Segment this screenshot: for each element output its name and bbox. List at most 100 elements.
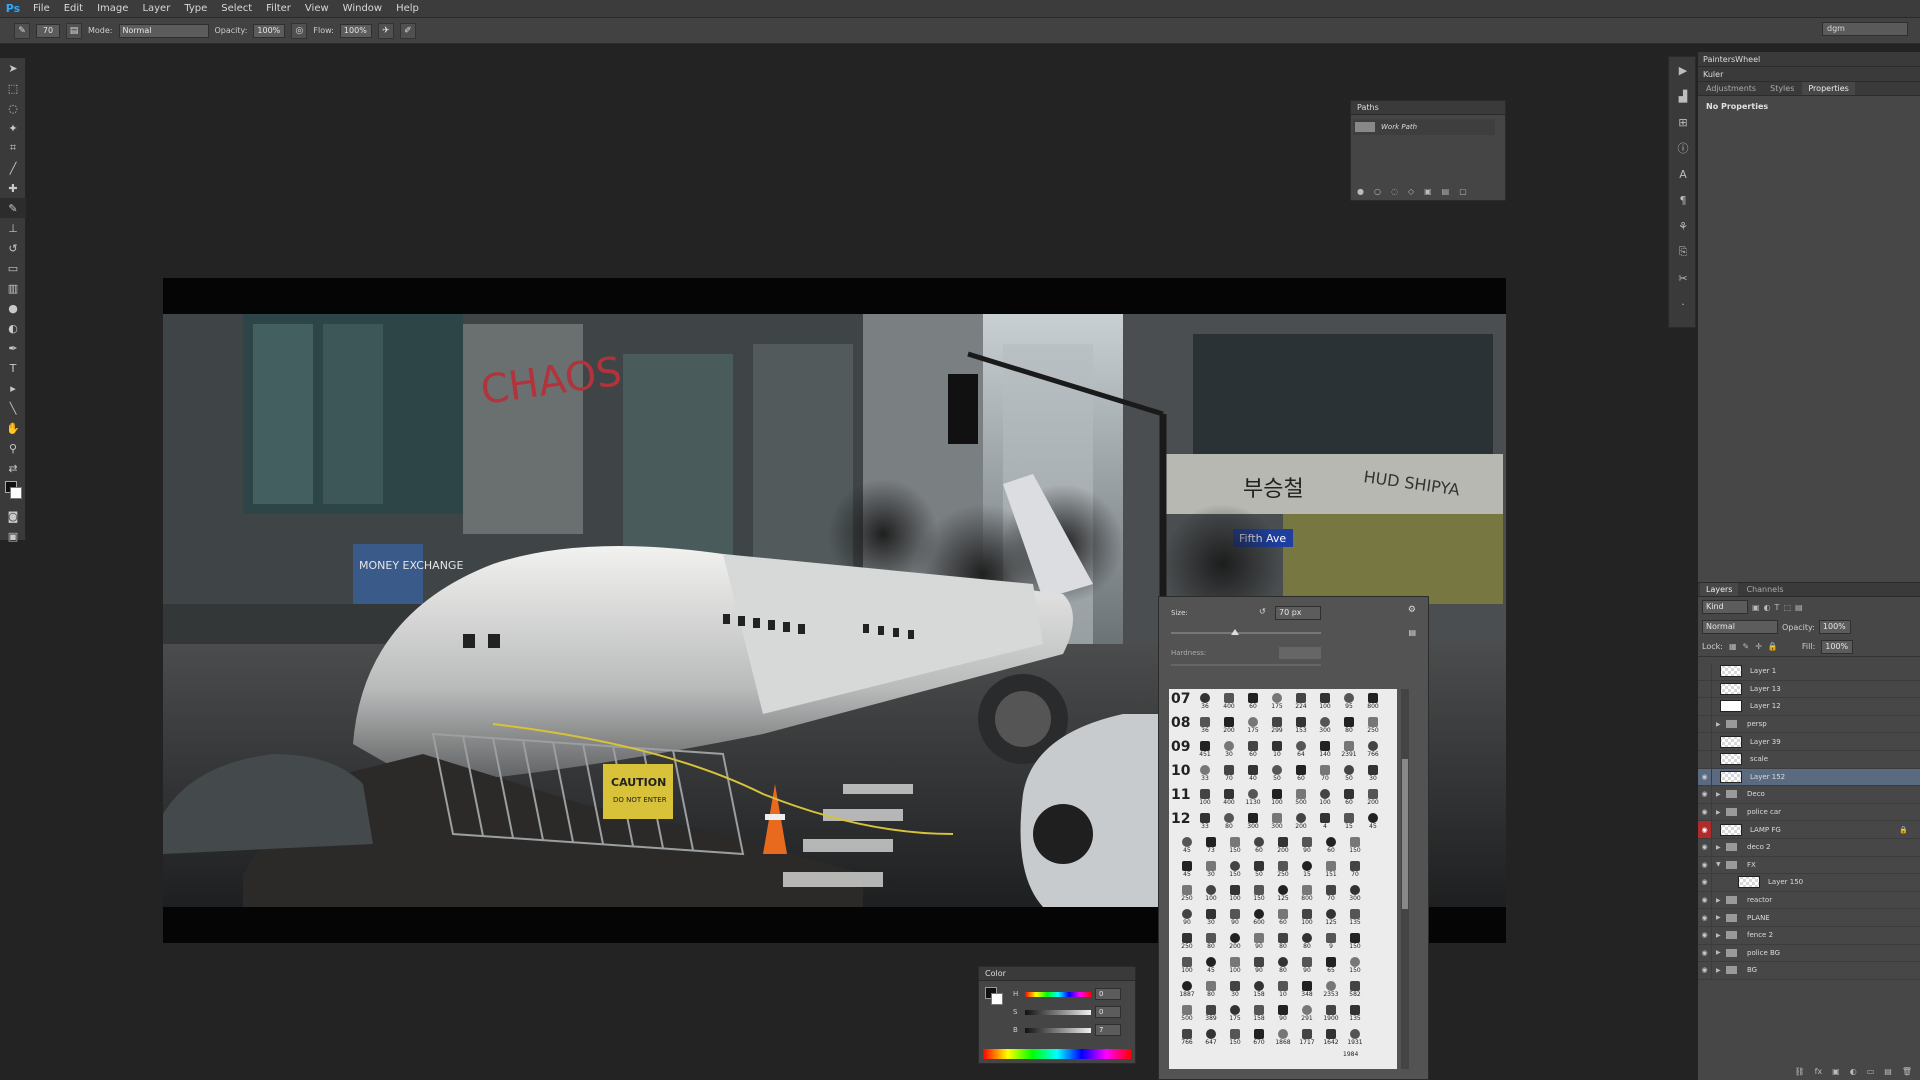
brush-preset-cell[interactable]: 582 bbox=[1343, 979, 1367, 1003]
dodge-tool-icon[interactable]: ◐ bbox=[0, 318, 26, 338]
brush-preset-cell[interactable]: 1900 bbox=[1319, 1003, 1343, 1027]
brush-preset-cell[interactable]: 1868 bbox=[1271, 1027, 1295, 1051]
menu-window[interactable]: Window bbox=[336, 3, 389, 14]
brush-preset-cell[interactable]: 80 bbox=[1199, 979, 1223, 1003]
brush-preset-cell[interactable]: 451 bbox=[1193, 739, 1217, 763]
layer-style-icon[interactable]: fx bbox=[1815, 1067, 1823, 1076]
layer-row[interactable]: ◉ ▶ PLANE bbox=[1698, 909, 1920, 927]
magic-wand-tool-icon[interactable]: ✦ bbox=[0, 118, 26, 138]
channel-slider[interactable] bbox=[1025, 991, 1091, 997]
brush-preset-cell[interactable]: 300 bbox=[1343, 883, 1367, 907]
blur-tool-icon[interactable]: ● bbox=[0, 298, 26, 318]
filter-adjustment-icon[interactable]: ◐ bbox=[1764, 603, 1771, 612]
screen-mode-icon[interactable]: ▣ bbox=[0, 526, 26, 546]
menu-edit[interactable]: Edit bbox=[57, 3, 90, 14]
navigator-icon[interactable]: ⊞ bbox=[1669, 109, 1697, 135]
brush-preset-cell[interactable]: 30 bbox=[1199, 859, 1223, 883]
brush-preset-cell[interactable]: 45 bbox=[1361, 811, 1385, 835]
menu-select[interactable]: Select bbox=[214, 3, 259, 14]
brush-preset-cell[interactable]: 70 bbox=[1343, 859, 1367, 883]
color-spectrum-bar[interactable] bbox=[983, 1049, 1131, 1059]
path-selection-icon[interactable]: ▸ bbox=[0, 378, 26, 398]
info-icon[interactable]: ⓘ bbox=[1669, 135, 1697, 161]
add-mask-layer-icon[interactable]: ▣ bbox=[1832, 1067, 1840, 1076]
collapse-arrow-icon[interactable]: ▼ bbox=[1716, 861, 1724, 868]
brush-preset-cell[interactable]: 100 bbox=[1223, 955, 1247, 979]
brush-preset-cell[interactable]: 100 bbox=[1175, 955, 1199, 979]
visibility-eye-icon[interactable]: ◉ bbox=[1698, 803, 1712, 821]
filter-smart-icon[interactable]: ▤ bbox=[1795, 603, 1803, 612]
brush-preset-cell[interactable]: 600 bbox=[1247, 907, 1271, 931]
layer-row[interactable]: Layer 13 bbox=[1698, 680, 1920, 699]
brush-preset-cell[interactable]: 150 bbox=[1343, 955, 1367, 979]
tab-channels[interactable]: Channels bbox=[1740, 583, 1789, 596]
brush-preset-cell[interactable]: 73 bbox=[1199, 835, 1223, 859]
brush-preset-cell[interactable]: 125 bbox=[1319, 907, 1343, 931]
painterswheel-panel-tab[interactable]: PaintersWheel bbox=[1698, 52, 1920, 67]
brush-preset-cell[interactable]: 100 bbox=[1223, 883, 1247, 907]
brush-preset-cell[interactable]: 135 bbox=[1343, 1003, 1367, 1027]
brush-preset-cell[interactable]: 15 bbox=[1295, 859, 1319, 883]
brush-grid-scrollbar[interactable] bbox=[1401, 689, 1409, 1069]
menu-view[interactable]: View bbox=[298, 3, 336, 14]
brush-preset-cell[interactable]: 10 bbox=[1271, 979, 1295, 1003]
visibility-eye-icon[interactable]: ◉ bbox=[1698, 926, 1712, 944]
layer-row[interactable]: ◉ ▶ police car bbox=[1698, 803, 1920, 822]
gradient-tool-icon[interactable]: ▥ bbox=[0, 278, 26, 298]
size-field[interactable]: 70 px bbox=[1275, 606, 1321, 620]
history-brush-icon[interactable]: ↺ bbox=[0, 238, 26, 258]
brush-preset-cell[interactable]: 200 bbox=[1217, 715, 1241, 739]
brush-preset-cell[interactable]: 45 bbox=[1175, 859, 1199, 883]
brush-preset-cell[interactable]: 150 bbox=[1343, 835, 1367, 859]
background-swatch[interactable] bbox=[991, 993, 1003, 1005]
make-work-path-icon[interactable]: ◇ bbox=[1408, 187, 1414, 196]
visibility-eye-icon[interactable]: ◉ bbox=[1698, 874, 1712, 891]
brush-presets-icon[interactable]: ⚘ bbox=[1669, 213, 1697, 239]
layer-row[interactable]: scale bbox=[1698, 750, 1920, 769]
brush-grid-scrollbar-thumb[interactable] bbox=[1402, 759, 1408, 909]
brush-preset-cell[interactable]: 151 bbox=[1319, 859, 1343, 883]
brush-preset-cell[interactable]: 300 bbox=[1313, 715, 1337, 739]
brush-preset-cell[interactable]: 300 bbox=[1265, 811, 1289, 835]
brush-preset-cell[interactable]: 766 bbox=[1175, 1027, 1199, 1051]
stroke-path-icon[interactable]: ○ bbox=[1374, 187, 1381, 196]
menu-filter[interactable]: Filter bbox=[259, 3, 298, 14]
brush-preset-cell[interactable]: 30 bbox=[1361, 763, 1385, 787]
eraser-tool-icon[interactable]: ▭ bbox=[0, 258, 26, 278]
more-panels-icon[interactable]: · bbox=[1669, 291, 1697, 317]
brush-preset-cell[interactable]: 200 bbox=[1289, 811, 1313, 835]
brush-preset-cell[interactable]: 90 bbox=[1295, 835, 1319, 859]
pressure-size-icon[interactable]: ✐ bbox=[399, 22, 416, 39]
layer-row[interactable]: ◉ ▶ police BG bbox=[1698, 944, 1920, 963]
layer-row[interactable]: ◉ ▶ deco 2 bbox=[1698, 838, 1920, 857]
hardness-slider[interactable] bbox=[1171, 664, 1321, 666]
brush-preset-cell[interactable]: 2353 bbox=[1319, 979, 1343, 1003]
tab-layers[interactable]: Layers bbox=[1700, 583, 1739, 596]
mode-dropdown[interactable]: Normal bbox=[118, 23, 209, 38]
brush-preset-cell[interactable]: 36 bbox=[1193, 691, 1217, 715]
layer-row[interactable]: ◉ Layer 152 bbox=[1698, 768, 1920, 787]
brush-preset-cell[interactable]: 100 bbox=[1295, 907, 1319, 931]
brush-preset-cell[interactable]: 150 bbox=[1223, 859, 1247, 883]
new-adjustment-icon[interactable]: ◐ bbox=[1850, 1067, 1857, 1076]
brush-preset-cell[interactable]: 90 bbox=[1175, 907, 1199, 931]
kuler-panel-tab[interactable]: Kuler bbox=[1698, 67, 1920, 82]
brush-preset-cell[interactable]: 250 bbox=[1271, 859, 1295, 883]
move-tool-icon[interactable]: ➤ bbox=[0, 58, 26, 78]
filter-shape-icon[interactable]: ⬚ bbox=[1783, 603, 1791, 612]
brush-preset-cell[interactable]: 135 bbox=[1343, 907, 1367, 931]
menu-type[interactable]: Type bbox=[177, 3, 214, 14]
new-layer-icon[interactable]: ▤ bbox=[1884, 1067, 1892, 1076]
layer-row[interactable]: ◉ LAMP FG 🔒 bbox=[1698, 821, 1920, 839]
reset-size-icon[interactable]: ↺ bbox=[1259, 607, 1266, 616]
brush-preset-cell[interactable]: 65 bbox=[1319, 955, 1343, 979]
delete-layer-icon[interactable]: 🗑 bbox=[1902, 1067, 1912, 1076]
pressure-opacity-icon[interactable]: ◎ bbox=[291, 22, 308, 39]
tab-properties[interactable]: Properties bbox=[1802, 82, 1855, 95]
brush-preset-cell[interactable]: 1130 bbox=[1241, 787, 1265, 811]
menu-file[interactable]: File bbox=[26, 3, 57, 14]
marquee-tool-icon[interactable]: ⬚ bbox=[0, 78, 26, 98]
new-group-icon[interactable]: ▭ bbox=[1867, 1067, 1875, 1076]
layer-row[interactable]: ◉ ▶ BG bbox=[1698, 962, 1920, 980]
new-preset-icon[interactable]: ▤ bbox=[1408, 628, 1416, 637]
